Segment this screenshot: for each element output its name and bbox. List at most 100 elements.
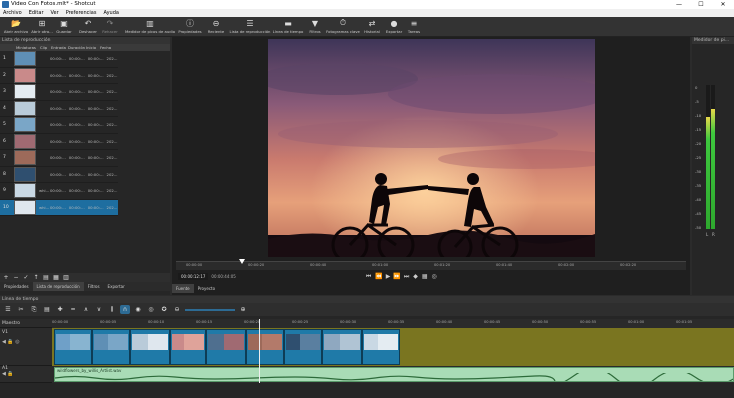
timeline-clip[interactable] bbox=[170, 329, 206, 365]
zoom-in-icon[interactable]: ⊕ bbox=[238, 305, 248, 314]
zoom-out-icon[interactable]: ⊖ bbox=[172, 305, 182, 314]
col-duration[interactable]: Duración bbox=[66, 44, 85, 51]
video-track[interactable] bbox=[52, 328, 734, 366]
col-date[interactable]: Fecha bbox=[98, 44, 112, 51]
viewer-scrubber[interactable]: 00:00:00 00:00:20 00:00:40 00:01:00 00:01:20… bbox=[176, 261, 686, 270]
tab-filters[interactable]: Filtros bbox=[84, 282, 104, 291]
menu-preferencias[interactable]: Preferencias bbox=[66, 10, 97, 16]
viewer-playhead[interactable] bbox=[239, 259, 246, 264]
timeline-playhead[interactable] bbox=[259, 319, 260, 383]
playlist-button[interactable]: ☰ Lista de reproducción bbox=[230, 18, 271, 36]
timecode-field[interactable]: 00:00:12:17 bbox=[178, 273, 209, 280]
append-icon[interactable]: ✚ bbox=[55, 305, 65, 314]
fast-forward-icon[interactable]: ⏩ bbox=[393, 273, 400, 280]
cut-icon[interactable]: ✂ bbox=[16, 305, 26, 314]
video-frame[interactable] bbox=[268, 39, 595, 257]
export-button[interactable]: ● Exportar bbox=[384, 18, 404, 36]
grid-icon[interactable]: ▦ bbox=[422, 273, 428, 280]
col-in[interactable]: Entrada bbox=[49, 44, 66, 51]
col-start[interactable]: Inicio bbox=[84, 44, 98, 51]
history-button[interactable]: ⇄ Historial bbox=[362, 18, 382, 36]
filters-icon: ▼ bbox=[311, 18, 319, 28]
tab-project[interactable]: Proyecto bbox=[194, 284, 219, 293]
timeline-button[interactable]: ▬ Línea de tiempo bbox=[272, 18, 304, 36]
add-icon[interactable]: + bbox=[2, 274, 10, 281]
col-thumbnails[interactable]: Miniaturas bbox=[14, 44, 38, 51]
menu-ayuda[interactable]: Ayuda bbox=[103, 10, 118, 16]
redo-button[interactable]: ↷ Rehacer bbox=[100, 18, 120, 36]
tab-export[interactable]: Exportar bbox=[104, 282, 129, 291]
playlist-row[interactable]: 5 00:00:... 00:00:... 00:00:... 202... bbox=[0, 117, 118, 134]
overwrite-icon[interactable]: ∨ bbox=[94, 305, 104, 314]
play-icon[interactable]: ▶ bbox=[386, 273, 391, 280]
timeline-clip[interactable] bbox=[362, 329, 400, 365]
playlist-row[interactable]: 3 00:00:... 00:00:... 00:00:... 202... bbox=[0, 84, 118, 101]
audio-clip[interactable]: wildflowers_by_willis_Artlist.wav bbox=[54, 367, 734, 382]
recent-button[interactable]: ⊖ Reciente bbox=[205, 18, 227, 36]
video-track-header[interactable]: V1 ◀ 🔒 ◎ bbox=[0, 328, 52, 366]
timeline-ruler[interactable]: 00:00:00 00:00:05 00:00:10 00:00:15 00:00:20… bbox=[52, 319, 734, 328]
playlist-row[interactable]: 6 00:00:... 00:00:... 00:00:... 202... bbox=[0, 133, 118, 150]
playlist-row[interactable]: 8 00:00:... 00:00:... 00:00:... 202... bbox=[0, 166, 118, 183]
open-other-button[interactable]: ⊞ Abrir otro... bbox=[30, 18, 54, 36]
copy-icon[interactable]: ⎘ bbox=[29, 305, 39, 314]
timeline-clip[interactable] bbox=[92, 329, 130, 365]
save-button[interactable]: ▣ Guardar bbox=[55, 18, 73, 36]
timeline-clip[interactable] bbox=[284, 329, 322, 365]
timeline-clip[interactable] bbox=[246, 329, 284, 365]
skip-next-icon[interactable]: ⏭ bbox=[404, 273, 409, 281]
audio-track[interactable]: wildflowers_by_willis_Artlist.wav bbox=[52, 366, 734, 383]
menu-archivo[interactable]: Archivo bbox=[3, 10, 22, 16]
timeline-clip[interactable] bbox=[54, 329, 92, 365]
peak-meter-button[interactable]: ▥ Medidor de picos de audio bbox=[124, 18, 176, 36]
jobs-button[interactable]: ≡ Tareas bbox=[405, 18, 423, 36]
playlist-row[interactable]: 2 00:00:... 00:00:... 00:00:... 202... bbox=[0, 67, 118, 84]
playlist-row[interactable]: 1 00:00:... 00:00:... 00:00:... 202... bbox=[0, 51, 118, 68]
close-button[interactable]: ✕ bbox=[712, 0, 734, 9]
audio-track-controls-icon[interactable]: ◀ 🔒 bbox=[2, 371, 52, 377]
menu-icon[interactable]: ☰ bbox=[3, 305, 13, 314]
volume-icon[interactable]: ◆ bbox=[413, 273, 418, 280]
menu-ver[interactable]: Ver bbox=[51, 10, 59, 16]
properties-button[interactable]: ⓘ Propiedades bbox=[178, 18, 202, 36]
tab-properties[interactable]: Propiedades bbox=[0, 282, 33, 291]
playlist-row[interactable]: 4 00:00:... 00:00:... 00:00:... 202... bbox=[0, 100, 118, 117]
audio-track-header[interactable]: A1 ◀ 🔒 bbox=[0, 366, 52, 383]
tab-playlist[interactable]: Lista de reproducción bbox=[32, 282, 84, 291]
skip-previous-icon[interactable]: ⏮ bbox=[366, 273, 375, 281]
open-file-button[interactable]: 📂 Abrir archivo bbox=[4, 18, 28, 36]
filters-button[interactable]: ▼ Filtros bbox=[306, 18, 324, 36]
playlist-row[interactable]: 9 whi... 00:00:... 00:00:... 00:00:... 202... bbox=[0, 183, 118, 200]
rewind-icon[interactable]: ⏪ bbox=[375, 273, 382, 280]
snap-icon[interactable]: ∩ bbox=[120, 305, 130, 314]
minimize-button[interactable]: — bbox=[668, 0, 690, 9]
remove-icon[interactable]: − bbox=[12, 274, 20, 281]
move-up-icon[interactable]: ↑ bbox=[32, 274, 40, 281]
playlist-row[interactable]: 7 00:00:... 00:00:... 00:00:... 202... bbox=[0, 150, 118, 167]
details-view-icon[interactable]: ▤ bbox=[42, 274, 50, 281]
remove-icon[interactable]: ━ bbox=[68, 305, 78, 314]
undo-button[interactable]: ↶ Deshacer bbox=[78, 18, 98, 36]
tiles-view-icon[interactable]: ▦ bbox=[52, 274, 60, 281]
keyframes-button[interactable]: ⏱ Fotogramas clave bbox=[326, 18, 360, 36]
scrub-icon[interactable]: ◉ bbox=[133, 305, 143, 314]
lift-icon[interactable]: ∧ bbox=[81, 305, 91, 314]
zoom-slider[interactable] bbox=[185, 308, 235, 311]
ripple-all-icon[interactable]: ✪ bbox=[159, 305, 169, 314]
duration-label: 00:00:44:05 bbox=[211, 274, 236, 279]
menu-editar[interactable]: Editar bbox=[29, 10, 44, 16]
timeline-clip[interactable] bbox=[206, 329, 246, 365]
playlist-row[interactable]: 10 whi... 00:00:... 00:00:... 00:00:... 202..… bbox=[0, 199, 118, 216]
col-clip[interactable]: Clip bbox=[38, 44, 49, 51]
timeline-clip[interactable] bbox=[322, 329, 362, 365]
zoom-icon[interactable]: ◎ bbox=[432, 273, 437, 280]
maximize-button[interactable]: ☐ bbox=[690, 0, 712, 9]
track-controls-icon[interactable]: ◀ 🔒 ◎ bbox=[2, 339, 52, 345]
ripple-icon[interactable]: ◎ bbox=[146, 305, 156, 314]
timeline-clip[interactable] bbox=[130, 329, 170, 365]
tab-source[interactable]: Fuente bbox=[172, 284, 194, 293]
icons-view-icon[interactable]: ▥ bbox=[62, 274, 70, 281]
update-icon[interactable]: ✓ bbox=[22, 274, 30, 281]
paste-icon[interactable]: ▤ bbox=[42, 305, 52, 314]
split-icon[interactable]: ⫼ bbox=[107, 305, 117, 314]
